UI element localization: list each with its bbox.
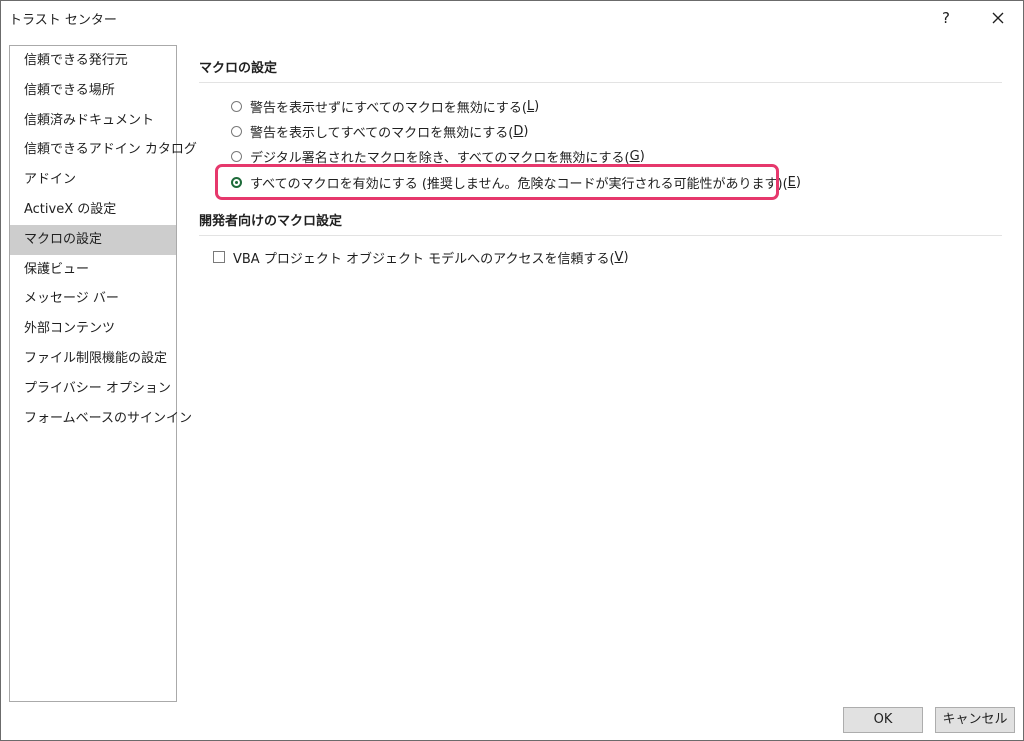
section-divider: [199, 82, 1002, 83]
radio-label-end: ): [639, 148, 645, 164]
radio-label-end: ): [795, 174, 801, 190]
sidebar-item-privacy-options[interactable]: プライバシー オプション: [10, 374, 176, 404]
sidebar-item-external-content[interactable]: 外部コンテンツ: [10, 314, 176, 344]
access-key: D: [513, 123, 524, 139]
section-divider: [199, 235, 1002, 236]
sidebar-item-trusted-publishers[interactable]: 信頼できる発行元: [10, 46, 176, 76]
sidebar: 信頼できる発行元 信頼できる場所 信頼済みドキュメント 信頼できるアドイン カタ…: [9, 45, 197, 702]
vba-trust-access-checkbox-row[interactable]: VBA プロジェクト オブジェクト モデルへのアクセスを信頼する(V): [213, 246, 629, 268]
access-key: L: [526, 98, 535, 114]
checkbox-label-end: ): [623, 249, 629, 265]
radio-disable-all-with-notify[interactable]: 警告を表示してすべてのマクロを無効にする(D): [231, 120, 528, 142]
sidebar-item-message-bar[interactable]: メッセージ バー: [10, 284, 176, 314]
radio-label: 警告を表示せずにすべてのマクロを無効にする(: [250, 100, 527, 116]
sidebar-item-trusted-documents[interactable]: 信頼済みドキュメント: [10, 106, 176, 136]
dialog-title: トラスト センター: [9, 13, 117, 28]
radio-label: デジタル署名されたマクロを除き、すべてのマクロを無効にする(: [250, 150, 630, 166]
radio-circle[interactable]: [231, 125, 242, 137]
access-key: V: [614, 249, 624, 265]
sidebar-item-trusted-locations[interactable]: 信頼できる場所: [10, 76, 176, 106]
title-bar: トラスト センター ?: [1, 1, 1023, 35]
sidebar-item-protected-view[interactable]: 保護ビュー: [10, 255, 176, 285]
radio-label-end: ): [523, 123, 529, 139]
help-button[interactable]: ?: [931, 5, 961, 31]
sidebar-item-activex-settings[interactable]: ActiveX の設定: [10, 195, 176, 225]
radio-circle[interactable]: [231, 150, 242, 162]
trust-center-dialog: トラスト センター ? 信頼できる発行元 信頼できる場所 信頼済みドキュメント …: [0, 0, 1024, 741]
vba-trust-access-checkbox[interactable]: [213, 251, 225, 263]
settings-pane: マクロの設定 警告を表示せずにすべてのマクロを無効にする(L) 警告を表示してす…: [189, 45, 1003, 695]
radio-circle[interactable]: [231, 100, 242, 112]
sidebar-item-file-block-settings[interactable]: ファイル制限機能の設定: [10, 344, 176, 374]
annotation-highlight-box: [215, 164, 779, 200]
radio-disable-all-no-notify[interactable]: 警告を表示せずにすべてのマクロを無効にする(L): [231, 95, 539, 117]
sidebar-item-addins[interactable]: アドイン: [10, 165, 176, 195]
developer-macro-settings-heading: 開発者向けのマクロ設定: [199, 214, 343, 229]
sidebar-item-macro-settings[interactable]: マクロの設定: [10, 224, 176, 255]
macro-settings-heading: マクロの設定: [199, 61, 278, 76]
sidebar-item-trusted-addin-catalogs[interactable]: 信頼できるアドイン カタログ: [10, 135, 197, 165]
ok-button[interactable]: OK: [843, 707, 923, 733]
close-icon: [992, 12, 1004, 24]
cancel-button[interactable]: キャンセル: [935, 707, 1015, 733]
access-key: E: [787, 174, 796, 190]
radio-label-end: ): [534, 98, 540, 114]
access-key: G: [629, 148, 640, 164]
radio-label: 警告を表示してすべてのマクロを無効にする(: [250, 125, 514, 141]
checkbox-label: VBA プロジェクト オブジェクト モデルへのアクセスを信頼する(: [233, 251, 615, 267]
sidebar-item-form-based-signin[interactable]: フォームベースのサインイン: [10, 404, 192, 434]
close-button[interactable]: [981, 5, 1015, 31]
